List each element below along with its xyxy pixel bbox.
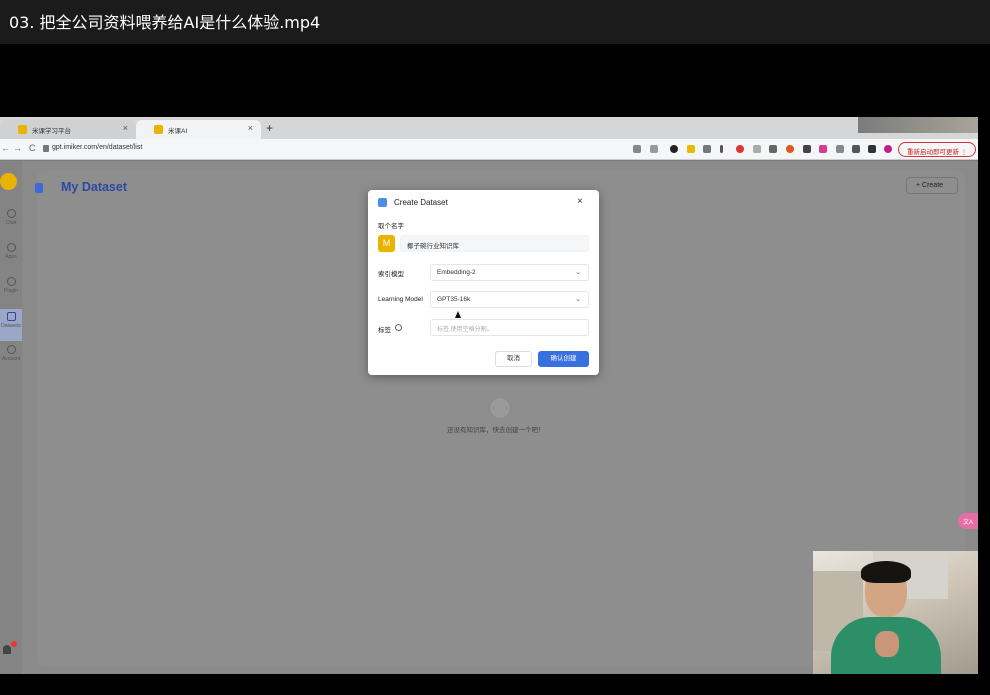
robot-icon [6,243,16,252]
profile-icon[interactable] [884,145,892,153]
mouse-cursor [455,311,461,318]
webcam-overlay [813,551,978,674]
learning-model-label: Learning Model [378,296,423,303]
dataset-avatar[interactable]: M [378,235,395,252]
sidebar-icon[interactable] [868,145,876,153]
chevron-down-icon: ⌄ [575,269,581,276]
ext-folder-icon[interactable] [687,145,695,153]
ext-orange-icon[interactable] [786,145,794,153]
tags-input[interactable]: 标签,使用空格分割。 [430,319,589,336]
dataset-title-icon [35,183,43,193]
video-title: 03. 把全公司资料喂养给AI是什么体验.mp4 [9,13,321,32]
ext-dark-icon[interactable] [670,145,678,153]
index-model-select[interactable]: Embedding-2 ⌄ [430,264,589,281]
learning-model-value: GPT35-16k [437,296,471,303]
ext-red-icon[interactable] [736,145,744,153]
reload-button[interactable]: C [29,143,36,153]
star-icon[interactable] [650,145,658,153]
create-button[interactable]: + Create [906,177,958,194]
close-tab-icon[interactable]: × [123,123,128,133]
sidebar-item-label: Account [1,356,21,362]
tab-mike-learning[interactable]: 米课学习平台 × [0,120,136,139]
sidebar-item-label: Datasets [1,323,21,329]
translate-icon[interactable]: 文A [958,513,978,529]
modal-title: Create Dataset [394,198,448,207]
back-button[interactable]: ← [1,143,10,153]
tags-label: 标签 [378,327,391,334]
presenter-hand [875,631,899,657]
user-icon [6,345,16,354]
learning-model-select[interactable]: GPT35-16k ⌄ [430,291,589,308]
index-model-label: 索引模型 [378,271,404,278]
mike-logo-icon [154,125,163,134]
sidebar-item-label: Apps [5,254,17,260]
ext-pink-icon[interactable] [819,145,827,153]
dataset-icon [378,198,387,207]
cancel-button[interactable]: 取消 [495,351,532,367]
confirm-create-button[interactable]: 确认创建 [538,351,589,367]
empty-box-icon [489,397,511,419]
sidebar-item-account[interactable]: Account [0,345,22,377]
mike-logo-icon [18,125,27,134]
index-model-value: Embedding-2 [437,269,476,276]
close-icon[interactable]: × [577,196,583,207]
notification-badge [11,641,17,647]
tab-label: 米课AI [168,128,188,135]
sidebar-item-datasets[interactable]: Datasets [0,309,22,341]
player-title-bar: 03. 把全公司资料喂养给AI是什么体验.mp4 [0,0,990,44]
ext-cat-icon[interactable] [836,145,844,153]
close-tab-icon[interactable]: × [248,123,253,133]
pen-icon[interactable] [720,145,723,153]
ext-grid-icon[interactable] [753,145,761,153]
database-icon [6,312,16,321]
tab-mike-ai[interactable]: 米课AI × [136,120,261,139]
forward-button[interactable]: → [13,143,22,153]
empty-state-text: 还没有知识库，快去创建一个吧！ [447,427,545,434]
ext-move-icon[interactable] [769,145,777,153]
tab-label: 米课学习平台 [32,128,71,135]
bell-icon[interactable] [3,645,11,654]
sidebar-item-label: Chat [5,220,17,226]
new-tab-button[interactable]: + [266,121,273,135]
chat-icon [6,209,16,218]
sidebar: Chat Apps Plugin Datasets Account [0,161,22,674]
y-icon[interactable] [803,145,811,153]
window-thumbnail [858,117,978,133]
presenter-hair [861,561,911,583]
sidebar-item-apps[interactable]: Apps [0,243,22,275]
page-title: My Dataset [61,180,127,194]
browser-tab-strip: 米课学习平台 × 米课AI × + [0,117,978,139]
update-button[interactable]: 重新启动即可更新 ⋮ [898,142,976,157]
sidebar-item-plugin[interactable]: Plugin [0,277,22,309]
puzzle-icon [6,277,16,286]
sidebar-item-chat[interactable]: Chat [0,209,22,241]
chevron-down-icon: ⌄ [575,296,581,303]
puzzle-icon[interactable] [852,145,860,153]
ext-doc-icon[interactable] [703,145,711,153]
lock-icon [43,145,49,152]
url-field[interactable]: gpt.imiker.com/en/dataset/list [52,144,142,151]
address-bar-row: ← → C gpt.imiker.com/en/dataset/list 重新启… [0,139,978,160]
player-bottom-bar [0,674,990,695]
dataset-name-input[interactable]: 椰子碗行业知识库 [400,235,589,252]
name-label: 取个名字 [378,223,404,230]
sidebar-item-label: Plugin [4,288,18,294]
create-dataset-modal: Create Dataset × 取个名字 M 椰子碗行业知识库 索引模型 Em… [368,190,599,375]
share-icon[interactable] [633,145,641,153]
help-icon[interactable] [395,324,402,331]
app-logo [0,173,17,190]
